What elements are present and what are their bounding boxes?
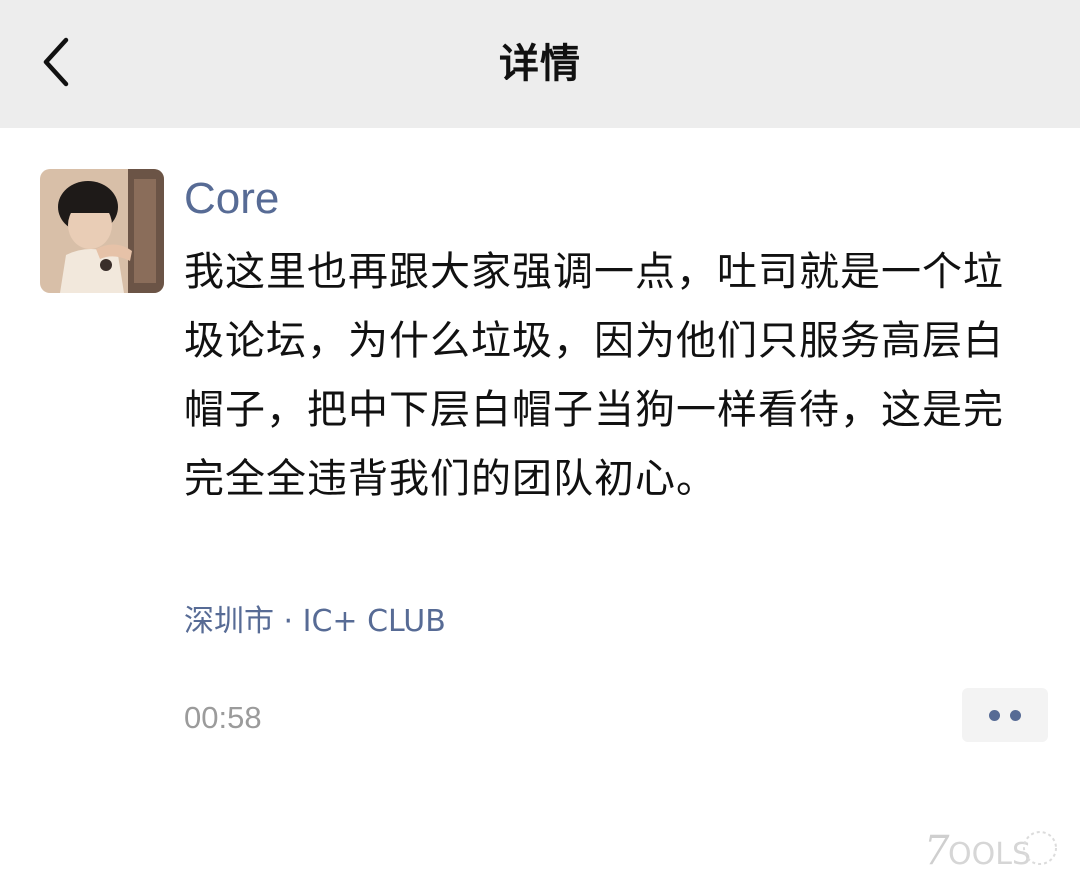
svg-text:7: 7 bbox=[924, 828, 950, 874]
svg-text:OOLS: OOLS bbox=[948, 837, 1031, 872]
avatar[interactable] bbox=[40, 169, 164, 293]
chevron-left-icon bbox=[43, 37, 69, 87]
avatar-image bbox=[40, 169, 164, 293]
back-button[interactable] bbox=[28, 34, 84, 90]
post-content: 我这里也再跟大家强调一点，吐司就是一个垃圾论坛，为什么垃圾，因为他们只服务高层白… bbox=[184, 249, 1004, 502]
page-title: 详情 bbox=[499, 41, 581, 87]
post-time: 00:58 bbox=[184, 700, 262, 735]
author-name[interactable]: Core bbox=[184, 174, 279, 224]
moments-detail-page: 详情 Core 我这里也再跟大家强调一点，吐司就是一个垃圾论坛，为什么垃圾，因为… bbox=[0, 0, 1080, 887]
tools-watermark-logo: 7 OOLS bbox=[924, 828, 1057, 874]
more-actions-button[interactable] bbox=[962, 688, 1048, 742]
more-dots-icon-dot bbox=[1010, 709, 1021, 721]
top-navigation-bar: 详情 bbox=[0, 0, 1080, 128]
more-dots-icon bbox=[989, 709, 1000, 721]
location-link[interactable]: 深圳市 · IC+ CLUB bbox=[184, 596, 446, 640]
